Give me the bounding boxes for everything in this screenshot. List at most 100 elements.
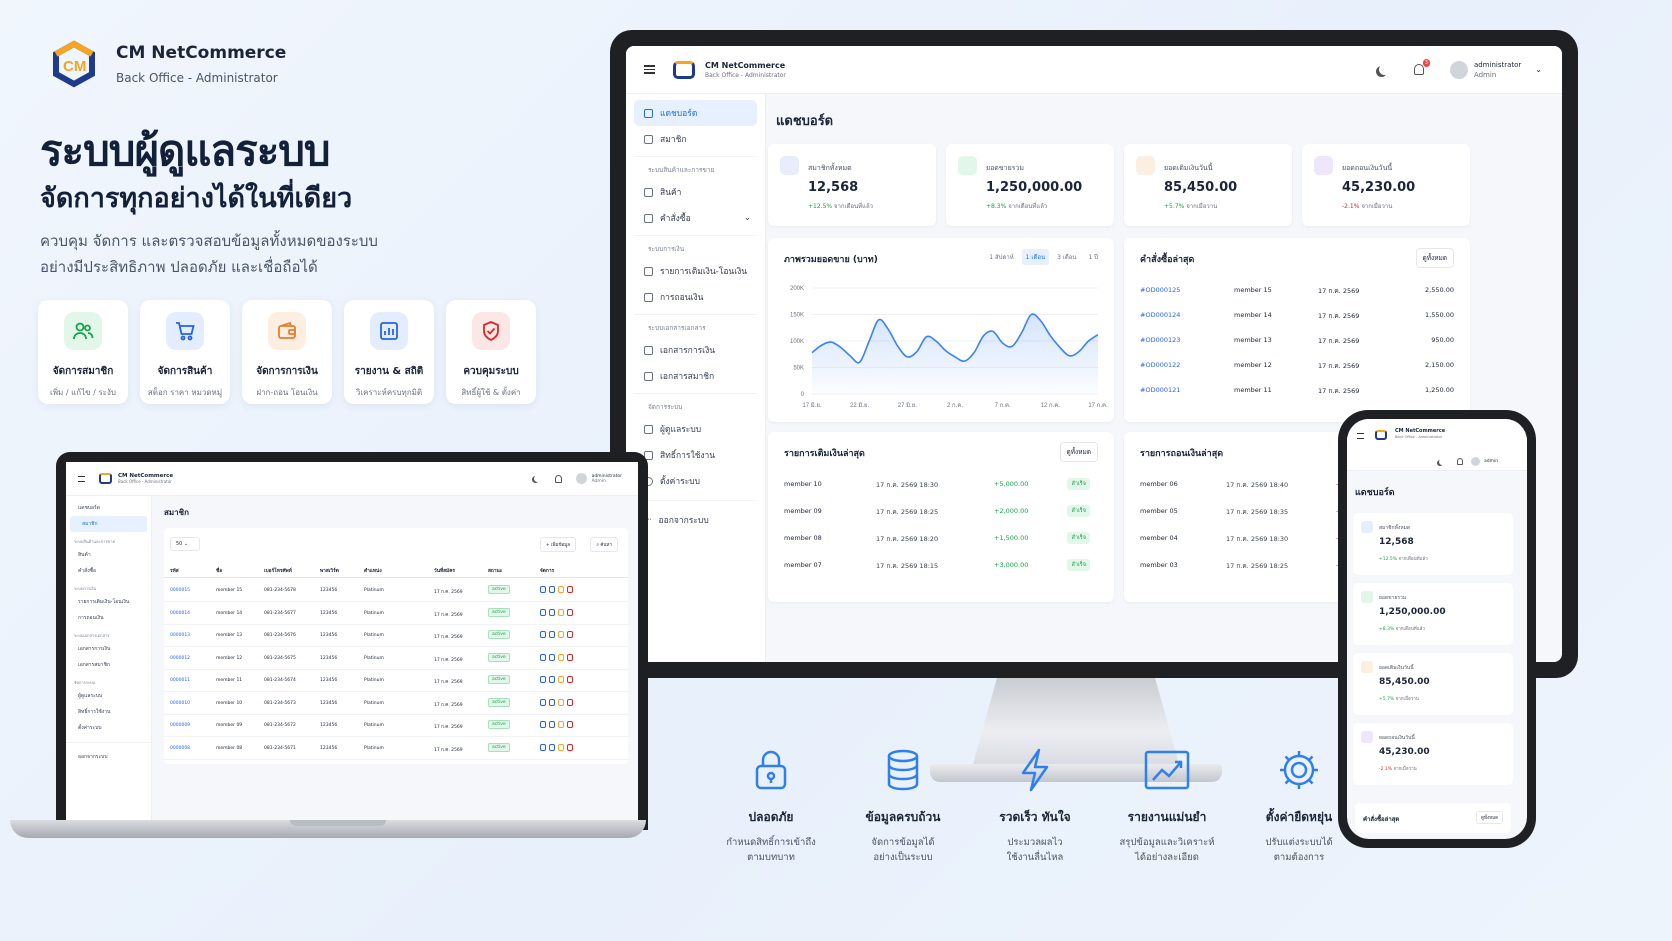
- sidebar-item-logout[interactable]: ออกจากระบบ: [66, 742, 151, 765]
- ban-icon[interactable]: [558, 608, 564, 616]
- ban-icon[interactable]: [558, 743, 564, 751]
- member-id-link[interactable]: 0000008: [170, 746, 190, 751]
- sidebar-item-deposits[interactable]: รายการเติมเงิน-โอนเงิน: [634, 258, 757, 284]
- member-id-link[interactable]: 0000011: [170, 678, 190, 683]
- page-size-select[interactable]: 50 ⌄: [170, 537, 200, 551]
- search-button[interactable]: ⌕ ค้นหา: [590, 537, 618, 552]
- trash-icon[interactable]: [567, 608, 573, 616]
- order-row[interactable]: #OD000124 member 14 17 ก.ค. 2569 1,550.00: [1140, 311, 1454, 325]
- trash-icon[interactable]: [567, 676, 573, 683]
- order-row[interactable]: #OD000121 member 11 17 ก.ค. 2569 1,250.00: [1140, 386, 1454, 400]
- trash-icon[interactable]: [567, 631, 573, 638]
- deposit-row[interactable]: member 07 17 ก.ค. 2569 18:15 +3,000.00 สำเร…: [784, 559, 1098, 575]
- table-row[interactable]: 0000009 member 09 081-234-5672 123456 Platin…: [164, 717, 628, 737]
- sidebar-item-orders[interactable]: คำสั่งซื้อ ⌄: [634, 205, 757, 231]
- sidebar-item-logout[interactable]: ⇠ออกจากระบบ: [634, 507, 757, 533]
- sidebar-item-admins[interactable]: ผู้ดูแลระบบ: [634, 416, 757, 442]
- tree-icon[interactable]: [540, 586, 546, 593]
- tree-icon[interactable]: [540, 676, 546, 683]
- sidebar-item-finance-docs[interactable]: เอกสารการเงิน: [634, 337, 757, 363]
- sidebar-item-settings[interactable]: ตั้งค่าระบบ: [634, 468, 757, 494]
- sidebar-item-dashboard[interactable]: แดชบอร์ด: [66, 500, 151, 516]
- sidebar-item-products[interactable]: สินค้า: [66, 547, 151, 563]
- trash-icon[interactable]: [567, 653, 573, 661]
- tree-icon[interactable]: [540, 631, 546, 638]
- sidebar-item-finance-docs[interactable]: เอกสารการเงิน: [66, 641, 151, 657]
- deposit-row[interactable]: member 08 17 ก.ค. 2569 18:20 +1,500.00 สำเร…: [784, 532, 1098, 548]
- sidebar-item-products[interactable]: สินค้า: [634, 179, 757, 205]
- tree-icon[interactable]: [540, 653, 546, 661]
- ban-icon[interactable]: [558, 586, 564, 593]
- menu-icon[interactable]: [78, 475, 85, 482]
- trash-icon[interactable]: [567, 586, 573, 593]
- tree-icon[interactable]: [540, 608, 546, 616]
- member-id-link[interactable]: 0000010: [170, 701, 190, 706]
- edit-icon[interactable]: [549, 631, 555, 638]
- order-row[interactable]: #OD000122 member 12 17 ก.ค. 2569 2,150.00: [1140, 361, 1454, 375]
- table-row[interactable]: 0000015 member 15 081-234-5678 123456 Platin…: [164, 582, 628, 602]
- order-id-link[interactable]: #OD000122: [1140, 361, 1180, 369]
- orders-view-all-button[interactable]: ดูทั้งหมด: [1476, 811, 1503, 824]
- dark-mode-icon[interactable]: [1379, 64, 1390, 75]
- edit-icon[interactable]: [549, 743, 555, 751]
- edit-icon[interactable]: [549, 721, 555, 728]
- bell-icon[interactable]: 3: [1413, 59, 1430, 75]
- sidebar-item-members[interactable]: สมาชิก: [70, 516, 147, 532]
- dark-mode-icon[interactable]: [1439, 459, 1445, 465]
- member-id-link[interactable]: 0000014: [170, 611, 190, 616]
- member-id-link[interactable]: 0000012: [170, 656, 190, 661]
- order-id-link[interactable]: #OD000121: [1140, 386, 1180, 394]
- tree-icon[interactable]: [540, 698, 546, 706]
- user-menu[interactable]: administrator Admin ⌄: [1449, 60, 1542, 79]
- edit-icon[interactable]: [549, 653, 555, 661]
- edit-icon[interactable]: [549, 608, 555, 616]
- trash-icon[interactable]: [567, 743, 573, 751]
- table-row[interactable]: 0000013 member 13 081-234-5676 123456 Platin…: [164, 627, 628, 647]
- tree-icon[interactable]: [540, 743, 546, 751]
- tree-icon[interactable]: [540, 721, 546, 728]
- member-id-link[interactable]: 0000015: [170, 588, 190, 593]
- ban-icon[interactable]: [558, 721, 564, 728]
- deposit-row[interactable]: member 10 17 ก.ค. 2569 18:30 +5,000.00 สำเร…: [784, 478, 1098, 494]
- sidebar-item-withdrawals[interactable]: การถอนเงิน: [634, 284, 757, 310]
- ban-icon[interactable]: [558, 698, 564, 706]
- ban-icon[interactable]: [558, 631, 564, 638]
- trash-icon[interactable]: [567, 698, 573, 706]
- order-id-link[interactable]: #OD000125: [1140, 286, 1180, 294]
- menu-icon[interactable]: [1357, 433, 1364, 439]
- edit-icon[interactable]: [549, 586, 555, 593]
- table-row[interactable]: 0000008 member 08 081-234-5671 123456 Platin…: [164, 740, 628, 760]
- ban-icon[interactable]: [558, 676, 564, 683]
- dark-mode-icon[interactable]: [534, 475, 541, 482]
- sidebar-item-withdrawals[interactable]: การถอนเงิน: [66, 610, 151, 626]
- sidebar-item-admins[interactable]: ผู้ดูแลระบบ: [66, 688, 151, 704]
- sidebar-item-orders[interactable]: คำสั่งซื้อ: [66, 563, 151, 579]
- bell-icon[interactable]: [554, 474, 562, 483]
- order-row[interactable]: #OD000123 member 13 17 ก.ค. 2569 950.00: [1140, 336, 1454, 350]
- member-id-link[interactable]: 0000009: [170, 723, 190, 728]
- sidebar-item-member-docs[interactable]: เอกสารสมาชิก: [66, 657, 151, 673]
- table-row[interactable]: 0000011 member 11 081-234-5674 123456 Platin…: [164, 672, 628, 692]
- add-record-button[interactable]: + เพิ่มข้อมูล: [539, 537, 576, 552]
- sidebar-item-settings[interactable]: ตั้งค่าระบบ: [66, 720, 151, 736]
- edit-icon[interactable]: [549, 698, 555, 706]
- sidebar-item-member-docs[interactable]: เอกสารสมาชิก: [634, 363, 757, 389]
- ban-icon[interactable]: [558, 653, 564, 661]
- sidebar-item-dashboard[interactable]: แดชบอร์ด: [634, 100, 757, 126]
- order-id-link[interactable]: #OD000123: [1140, 336, 1180, 344]
- member-id-link[interactable]: 0000013: [170, 633, 190, 638]
- deposits-view-all-button[interactable]: ดูทั้งหมด: [1059, 442, 1098, 462]
- table-row[interactable]: 0000012 member 12 081-234-5675 123456 Platin…: [164, 650, 628, 670]
- sidebar-item-permissions[interactable]: สิทธิ์การใช้งาน: [66, 704, 151, 720]
- menu-icon[interactable]: [644, 63, 655, 76]
- table-row[interactable]: 0000010 member 10 081-234-5673 123456 Platin…: [164, 695, 628, 715]
- deposit-row[interactable]: member 09 17 ก.ค. 2569 18:25 +2,000.00 สำเร…: [784, 505, 1098, 521]
- sidebar-item-deposits[interactable]: รายการเติมเงิน-โอนเงิน: [66, 594, 151, 610]
- bell-icon[interactable]: [1457, 458, 1463, 465]
- order-row[interactable]: #OD000125 member 15 17 ก.ค. 2569 2,550.00: [1140, 286, 1454, 300]
- sidebar-item-members[interactable]: สมาชิก: [634, 126, 757, 152]
- edit-icon[interactable]: [549, 676, 555, 683]
- table-row[interactable]: 0000014 member 14 081-234-5677 123456 Platin…: [164, 605, 628, 625]
- sidebar-item-permissions[interactable]: สิทธิ์การใช้งาน: [634, 442, 757, 468]
- order-id-link[interactable]: #OD000124: [1140, 311, 1180, 319]
